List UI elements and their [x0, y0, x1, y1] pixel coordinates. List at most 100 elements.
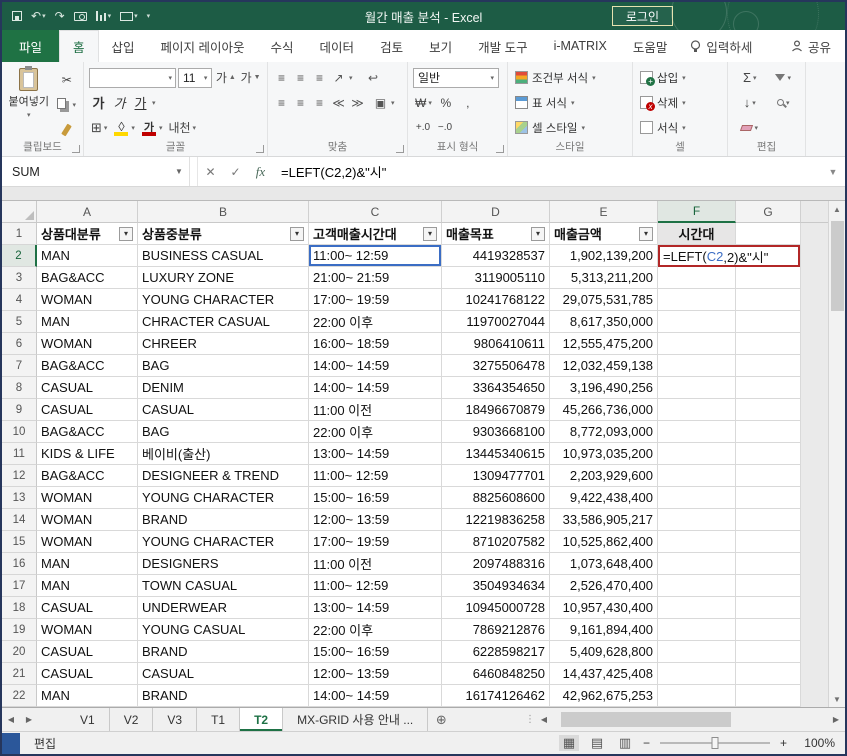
- cell-d12[interactable]: 1309477701: [442, 465, 550, 487]
- ribbon-tab-page-layout[interactable]: 페이지 레이아웃: [148, 30, 258, 62]
- cell-e18[interactable]: 10,957,430,400: [550, 597, 658, 619]
- cell-f15[interactable]: [658, 531, 736, 553]
- cell-f16[interactable]: [658, 553, 736, 575]
- ribbon-tab-formulas[interactable]: 수식: [258, 30, 307, 62]
- row-header-3[interactable]: 3: [2, 267, 37, 289]
- row-header-4[interactable]: 4: [2, 289, 37, 311]
- cell-d2[interactable]: 4419328537: [442, 245, 550, 267]
- cell-b20[interactable]: BRAND: [138, 641, 309, 663]
- cell-d13[interactable]: 8825608600: [442, 487, 550, 509]
- header-cell-c1[interactable]: 고객매출시간대▾: [309, 223, 442, 245]
- cell-f3[interactable]: [658, 267, 736, 289]
- cell-e20[interactable]: 5,409,628,800: [550, 641, 658, 663]
- filter-button[interactable]: ▾: [531, 227, 545, 241]
- filter-button[interactable]: ▾: [423, 227, 437, 241]
- cell-a5[interactable]: MAN: [37, 311, 138, 333]
- cell-f9[interactable]: [658, 399, 736, 421]
- phonetic-button[interactable]: 내천▾: [166, 117, 198, 138]
- font-color-button[interactable]: 가▾: [139, 117, 165, 138]
- active-cell-editor[interactable]: =LEFT(C2,2)&"시": [658, 245, 800, 267]
- formula-input[interactable]: =LEFT(C2,2)&"시": [273, 157, 821, 186]
- autosum-button[interactable]: Σ▾: [733, 67, 767, 88]
- cell-g17[interactable]: [736, 575, 801, 597]
- cell-f17[interactable]: [658, 575, 736, 597]
- cell-b6[interactable]: CHREER: [138, 333, 309, 355]
- cell-e14[interactable]: 33,586,905,217: [550, 509, 658, 531]
- cell-a18[interactable]: CASUAL: [37, 597, 138, 619]
- row-header-6[interactable]: 6: [2, 333, 37, 355]
- cell-a2[interactable]: MAN: [37, 245, 138, 267]
- cell-a10[interactable]: BAG&ACC: [37, 421, 138, 443]
- login-button[interactable]: 로그인: [612, 6, 673, 26]
- filter-button[interactable]: ▾: [290, 227, 304, 241]
- column-header-f[interactable]: F: [658, 201, 736, 223]
- cell-a16[interactable]: MAN: [37, 553, 138, 575]
- cell-f12[interactable]: [658, 465, 736, 487]
- cell-f22[interactable]: [658, 685, 736, 707]
- select-all-button[interactable]: [2, 201, 37, 223]
- cell-f18[interactable]: [658, 597, 736, 619]
- header-cell-b1[interactable]: 상품중분류▾: [138, 223, 309, 245]
- scroll-down-button[interactable]: ▼: [829, 691, 846, 707]
- cell-c16[interactable]: 11:00 이전: [309, 553, 442, 575]
- tell-me-box[interactable]: 입력하세: [680, 30, 762, 62]
- cell-b12[interactable]: DESIGNEER & TREND: [138, 465, 309, 487]
- cell-b19[interactable]: YOUNG CASUAL: [138, 619, 309, 641]
- cell-g20[interactable]: [736, 641, 801, 663]
- sheet-tab-mx-grid-사용-안내[interactable]: MX-GRID 사용 안내 ...: [283, 708, 428, 731]
- row-header-8[interactable]: 8: [2, 377, 37, 399]
- italic-button[interactable]: 가: [110, 93, 129, 113]
- cell-d8[interactable]: 3364354650: [442, 377, 550, 399]
- ribbon-tab-view[interactable]: 보기: [416, 30, 465, 62]
- cell-d19[interactable]: 7869212876: [442, 619, 550, 641]
- share-button[interactable]: 공유: [777, 30, 845, 62]
- font-size-select[interactable]: 11▾: [178, 68, 212, 88]
- cell-e16[interactable]: 1,073,648,400: [550, 553, 658, 575]
- shrink-font-button[interactable]: 가▼: [239, 67, 262, 88]
- cell-f21[interactable]: [658, 663, 736, 685]
- cut-button[interactable]: ✂: [55, 69, 78, 90]
- sheet-tab-t2[interactable]: T2: [240, 708, 283, 731]
- clear-button[interactable]: ▾: [733, 117, 767, 138]
- ribbon-tab-file[interactable]: 파일: [2, 30, 59, 62]
- cell-c15[interactable]: 17:00~ 19:59: [309, 531, 442, 553]
- column-header-a[interactable]: A: [37, 201, 138, 223]
- name-box[interactable]: SUM ▼: [2, 157, 190, 186]
- cell-e22[interactable]: 42,962,675,253: [550, 685, 658, 707]
- cell-b15[interactable]: YOUNG CHARACTER: [138, 531, 309, 553]
- row-header-13[interactable]: 13: [2, 487, 37, 509]
- cell-g5[interactable]: [736, 311, 801, 333]
- clipboard-dialog-launcher[interactable]: [72, 145, 80, 153]
- scroll-up-button[interactable]: ▲: [829, 201, 846, 217]
- cell-d5[interactable]: 11970027044: [442, 311, 550, 333]
- cell-e12[interactable]: 2,203,929,600: [550, 465, 658, 487]
- cell-a13[interactable]: WOMAN: [37, 487, 138, 509]
- cell-c20[interactable]: 15:00~ 16:59: [309, 641, 442, 663]
- align-top-button[interactable]: ≡: [273, 71, 290, 85]
- column-header-e[interactable]: E: [550, 201, 658, 223]
- cell-c10[interactable]: 22:00 이후: [309, 421, 442, 443]
- align-bottom-button[interactable]: ≡: [311, 71, 328, 85]
- cell-a14[interactable]: WOMAN: [37, 509, 138, 531]
- cell-b4[interactable]: YOUNG CHARACTER: [138, 289, 309, 311]
- cell-b7[interactable]: BAG: [138, 355, 309, 377]
- cell-g12[interactable]: [736, 465, 801, 487]
- cell-d17[interactable]: 3504934634: [442, 575, 550, 597]
- insert-function-button[interactable]: fx: [248, 157, 273, 186]
- cell-g14[interactable]: [736, 509, 801, 531]
- increase-indent-button[interactable]: ≫: [349, 96, 366, 110]
- cell-a20[interactable]: CASUAL: [37, 641, 138, 663]
- cell-b10[interactable]: BAG: [138, 421, 309, 443]
- row-header-2[interactable]: 2: [2, 245, 37, 267]
- header-cell-f1[interactable]: 시간대: [658, 223, 736, 245]
- cell-f7[interactable]: [658, 355, 736, 377]
- row-header-12[interactable]: 12: [2, 465, 37, 487]
- cell-e15[interactable]: 10,525,862,400: [550, 531, 658, 553]
- row-header-17[interactable]: 17: [2, 575, 37, 597]
- vertical-scrollbar-thumb[interactable]: [831, 221, 844, 311]
- row-header-7[interactable]: 7: [2, 355, 37, 377]
- page-break-view-button[interactable]: ▥: [615, 735, 635, 751]
- underline-button[interactable]: 가: [131, 93, 150, 113]
- cell-e21[interactable]: 14,437,425,408: [550, 663, 658, 685]
- cell-d18[interactable]: 10945000728: [442, 597, 550, 619]
